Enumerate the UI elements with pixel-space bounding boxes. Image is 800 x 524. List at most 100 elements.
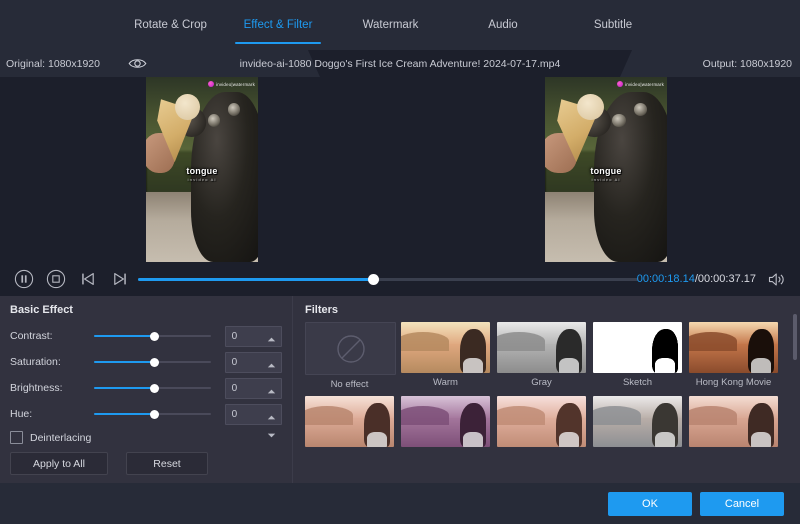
- apply-to-all-button[interactable]: Apply to All: [10, 452, 108, 475]
- filter-preview-scene: [401, 322, 490, 373]
- contrast-stepper[interactable]: 0: [225, 326, 282, 347]
- scene-dress: [463, 432, 483, 447]
- filter-item[interactable]: Gray: [497, 322, 586, 390]
- slider-track[interactable]: [94, 387, 211, 389]
- video-caption: tongue invideo AI: [146, 166, 258, 182]
- brightness-slider[interactable]: [94, 377, 211, 399]
- slider-knob[interactable]: [150, 358, 159, 367]
- tab-underline: [235, 42, 321, 44]
- contrast-row: Contrast: 0: [10, 325, 282, 347]
- stepper-up-icon[interactable]: [267, 329, 276, 347]
- filter-preview-scene: [305, 396, 394, 447]
- scene-dress: [559, 358, 579, 373]
- filter-item[interactable]: Sketch: [593, 322, 682, 390]
- filter-thumbnail[interactable]: [689, 322, 778, 373]
- transport-bar: 00:00:18.14 /00:00:37.17: [0, 262, 800, 296]
- scene-dress: [559, 432, 579, 447]
- scene-hill: [401, 332, 449, 350]
- filter-thumbnail[interactable]: [401, 396, 490, 447]
- stepper-down-icon[interactable]: [267, 425, 276, 443]
- scene-dress: [655, 432, 675, 447]
- contrast-label: Contrast:: [10, 330, 94, 342]
- dog-eye: [612, 114, 625, 127]
- seek-track[interactable]: [138, 278, 638, 281]
- saturation-stepper[interactable]: 0: [225, 352, 282, 373]
- filter-thumbnail[interactable]: [305, 396, 394, 447]
- stop-icon[interactable]: [44, 267, 68, 291]
- previous-frame-icon[interactable]: [76, 267, 100, 291]
- tab-watermark[interactable]: Watermark: [333, 0, 448, 50]
- tab-audio[interactable]: Audio: [448, 0, 558, 50]
- hue-slider[interactable]: [94, 403, 211, 425]
- stepper-arrows: [267, 381, 276, 396]
- seek-slider[interactable]: [138, 262, 638, 296]
- output-resolution-label: Output: 1080x1920: [703, 50, 792, 77]
- slider-track[interactable]: [94, 361, 211, 363]
- time-display: 00:00:18.14 /00:00:37.17: [637, 262, 756, 296]
- scene-hill: [689, 406, 737, 424]
- filter-label: Gray: [497, 377, 586, 388]
- tab-label: Subtitle: [594, 19, 632, 31]
- slider-knob[interactable]: [150, 332, 159, 341]
- filter-preview-scene: [689, 322, 778, 373]
- slider-track[interactable]: [94, 335, 211, 337]
- saturation-slider[interactable]: [94, 351, 211, 373]
- seek-knob[interactable]: [368, 274, 379, 285]
- filter-thumbnail[interactable]: [689, 396, 778, 447]
- output-video-preview[interactable]: tongue invideo AI invideo|watermark: [545, 77, 667, 262]
- slider-knob[interactable]: [150, 410, 159, 419]
- brightness-stepper[interactable]: 0: [225, 378, 282, 399]
- filters-scrollbar[interactable]: [793, 314, 797, 360]
- dialog-footer: OK Cancel: [0, 483, 800, 524]
- eye-icon[interactable]: [128, 50, 147, 77]
- saturation-value: 0: [226, 357, 238, 368]
- watermark-logo-icon: [208, 81, 214, 87]
- scene-dress: [751, 432, 771, 447]
- watermark-text: invideo|watermark: [216, 82, 255, 87]
- slider-knob[interactable]: [150, 384, 159, 393]
- slider-track[interactable]: [94, 413, 211, 415]
- filter-preview-scene: [593, 396, 682, 447]
- contrast-slider[interactable]: [94, 325, 211, 347]
- stepper-up-icon[interactable]: [267, 381, 276, 399]
- filter-thumbnail[interactable]: [305, 322, 396, 375]
- hue-stepper[interactable]: 0: [225, 404, 282, 425]
- filter-item[interactable]: [689, 396, 778, 451]
- filter-item[interactable]: [305, 396, 394, 451]
- filter-item[interactable]: Hong Kong Movie: [689, 322, 778, 390]
- caption-text: tongue: [590, 166, 621, 176]
- original-video-preview[interactable]: tongue invideo AI invideo|watermark: [146, 77, 258, 262]
- filter-item[interactable]: Warm: [401, 322, 490, 390]
- saturation-label: Saturation:: [10, 356, 94, 368]
- volume-icon[interactable]: [768, 262, 786, 296]
- tab-effect-filter[interactable]: Effect & Filter: [223, 0, 333, 50]
- filter-thumbnail[interactable]: [497, 322, 586, 373]
- filter-item[interactable]: No effect: [305, 322, 394, 390]
- caption-subtext: invideo AI: [146, 177, 258, 182]
- caption-subtext: invideo AI: [545, 177, 667, 182]
- tab-rotate-crop[interactable]: Rotate & Crop: [118, 0, 223, 50]
- reset-button[interactable]: Reset: [126, 452, 208, 475]
- slider-fill: [94, 361, 155, 363]
- filter-item[interactable]: [497, 396, 586, 451]
- deinterlacing-label: Deinterlacing: [30, 432, 91, 444]
- current-time-label: 00:00:18.14: [637, 273, 695, 285]
- pause-icon[interactable]: [12, 267, 36, 291]
- filter-preview-scene: [497, 396, 586, 447]
- filter-thumbnail[interactable]: [497, 396, 586, 447]
- stepper-up-icon[interactable]: [267, 407, 276, 425]
- filter-thumbnail[interactable]: [593, 396, 682, 447]
- cancel-button[interactable]: Cancel: [700, 492, 784, 516]
- filter-item[interactable]: [593, 396, 682, 451]
- ok-button[interactable]: OK: [608, 492, 692, 516]
- filter-thumbnail[interactable]: [401, 322, 490, 373]
- filter-thumbnail[interactable]: [593, 322, 682, 373]
- deinterlacing-checkbox[interactable]: Deinterlacing: [10, 431, 91, 444]
- scene-hill: [593, 332, 641, 350]
- tab-bar: Rotate & Crop Effect & Filter Watermark …: [0, 0, 800, 50]
- stepper-up-icon[interactable]: [267, 355, 276, 373]
- filter-item[interactable]: [401, 396, 490, 451]
- tab-subtitle[interactable]: Subtitle: [558, 0, 668, 50]
- checkbox-box[interactable]: [10, 431, 23, 444]
- next-frame-icon[interactable]: [108, 267, 132, 291]
